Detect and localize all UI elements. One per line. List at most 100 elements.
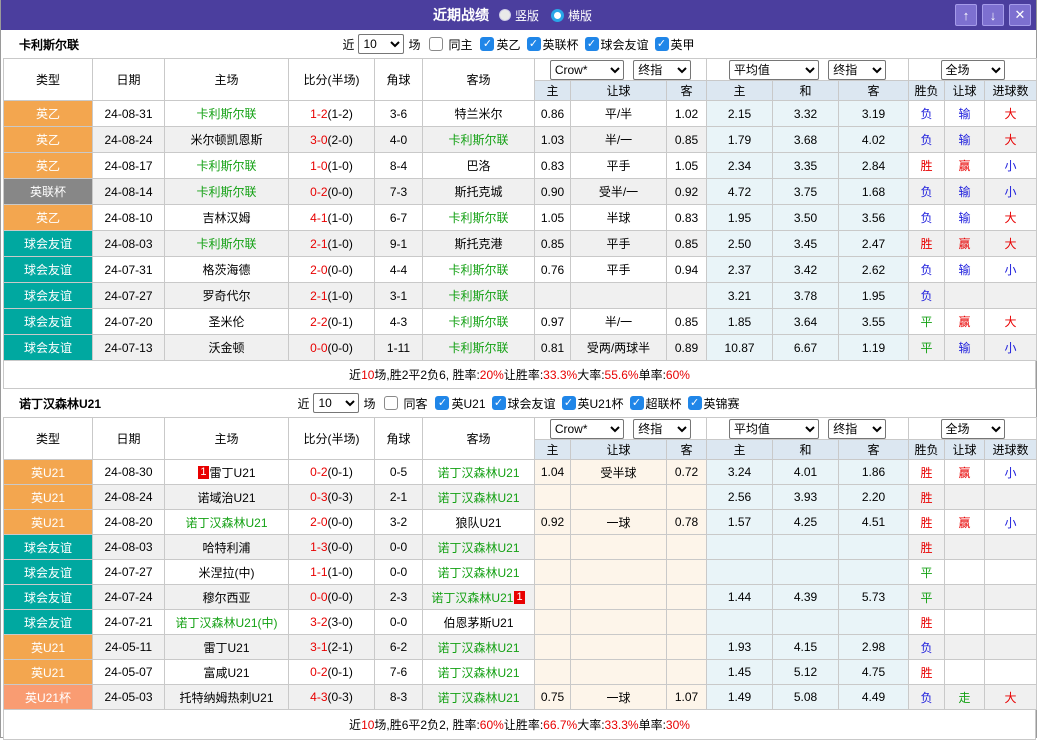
result-handicap — [944, 282, 986, 309]
summary-segment: 单率: — [638, 718, 666, 732]
avg-draw-odds: 5.08 — [772, 684, 840, 710]
competition-badge: 球会友谊 — [3, 334, 93, 361]
competition-badge: 英乙 — [3, 100, 93, 127]
radio-horizontal-icon[interactable] — [551, 8, 564, 22]
avg-away-odds — [838, 534, 910, 560]
average-stage-select[interactable]: 终指 — [828, 59, 887, 80]
result-winloss: 负 — [908, 178, 946, 205]
handicap-line — [570, 659, 667, 685]
bookmaker-select[interactable]: Crow* — [549, 59, 624, 80]
date-cell: 24-05-03 — [92, 684, 165, 710]
panel-title: 近期战绩 — [432, 7, 489, 23]
league-filter-checkbox[interactable]: ✓ — [435, 396, 450, 410]
avg-draw-odds — [772, 559, 840, 585]
avg-away-odds: 2.62 — [838, 256, 910, 283]
handicap-away-odds — [665, 282, 708, 309]
handicap-line — [570, 634, 667, 660]
bookmaker-stage-select[interactable]: 终指 — [633, 418, 692, 439]
result-handicap — [944, 584, 986, 610]
home-team-cell: 沃金顿 — [164, 334, 289, 361]
average-select[interactable]: 平均值 — [728, 59, 819, 80]
layout-horizontal-option[interactable]: 横版 — [551, 7, 592, 24]
date-cell: 24-08-14 — [92, 178, 165, 205]
corners-cell: 7-3 — [374, 178, 423, 205]
scope-select[interactable]: 全场 — [940, 59, 1005, 80]
away-team-cell: 斯托克城 — [422, 178, 535, 205]
result-goals — [984, 559, 1037, 585]
move-up-button[interactable]: ↑ — [955, 4, 977, 26]
date-cell: 24-08-03 — [92, 534, 165, 560]
avg-away-odds: 1.95 — [838, 282, 910, 309]
layout-vertical-option[interactable]: 竖版 — [498, 7, 539, 24]
result-handicap — [944, 609, 986, 635]
team-name: 卡利斯尔联 — [448, 263, 509, 277]
result-handicap: 输 — [944, 178, 986, 205]
handicap-away-odds — [665, 659, 708, 685]
handicap-away-odds: 1.02 — [665, 100, 708, 127]
away-team-cell: 卡利斯尔联 — [422, 308, 535, 335]
team-name: 诺丁汉森林U21(中) — [175, 615, 278, 630]
result-goals — [984, 584, 1037, 610]
match-row: 英U21 24-08-30 1 雷丁U21 0-2(0-1) 0-5 诺丁汉森林U21 1.0… — [3, 459, 1037, 485]
match-count-select[interactable]: 10 — [313, 393, 360, 413]
same-venue-checkbox[interactable] — [384, 396, 399, 410]
summary-segment: 让胜率: — [503, 718, 544, 732]
league-filter-checkbox[interactable]: ✓ — [561, 396, 576, 410]
bookmaker-select[interactable]: Crow* — [549, 418, 624, 439]
close-button[interactable]: ✕ — [1009, 4, 1031, 26]
col-winloss: 胜负 — [908, 80, 946, 101]
result-handicap: 赢 — [944, 459, 986, 485]
avg-away-odds: 3.55 — [838, 308, 910, 335]
date-cell: 24-07-20 — [92, 308, 165, 335]
match-row: 球会友谊 24-07-27 米涅拉(中) 1-1(1-0) 0-0 诺丁汉森林U21 平 — [3, 559, 1037, 585]
competition-badge: 球会友谊 — [3, 230, 93, 257]
team-name: 诺丁汉森林U21 — [437, 565, 520, 580]
summary-segment: 55.6% — [604, 367, 639, 382]
scope-select[interactable]: 全场 — [940, 418, 1005, 439]
away-team-cell: 巴洛 — [422, 152, 535, 179]
league-filter-label: 英锦赛 — [703, 396, 740, 411]
corners-cell: 7-6 — [374, 659, 423, 685]
col-type: 类型 — [3, 417, 93, 460]
league-filter-checkbox[interactable]: ✓ — [629, 396, 644, 410]
handicap-away-odds — [665, 534, 708, 560]
average-stage-select[interactable]: 终指 — [828, 418, 887, 439]
league-filter-checkbox[interactable]: ✓ — [526, 37, 541, 51]
result-handicap — [944, 659, 986, 685]
team-name: 卡利斯尔联 — [448, 211, 509, 225]
league-filter-group: ✓ 英乙 ✓ 英联杯 ✓ 球会友谊 ✓ 英甲 — [474, 36, 695, 53]
avg-draw-odds: 3.75 — [772, 178, 840, 205]
filter-controls: 近 10 场 同客 ✓ 英U21 ✓ 球会友谊 ✓ 英U21杯 ✓ 超联杯 ✓ 英锦赛 — [296, 393, 740, 413]
down-arrow-icon: ↓ — [989, 7, 997, 23]
league-filter-checkbox[interactable]: ✓ — [687, 396, 702, 410]
move-down-button[interactable]: ↓ — [982, 4, 1004, 26]
radio-vertical-icon[interactable] — [498, 9, 511, 21]
competition-badge: 球会友谊 — [3, 256, 93, 283]
rank-badge: 1 — [198, 465, 209, 479]
summary-carlisle: 近 10 场,胜2平2负6, 胜率: 20% 让胜率: 33.3% 大率: 55.6% 单… — [3, 361, 1036, 389]
competition-badge: 英U21 — [3, 634, 93, 660]
summary-segment: 60% — [479, 717, 504, 732]
league-filter-label: 球会友谊 — [507, 396, 556, 411]
average-select[interactable]: 平均值 — [728, 418, 819, 439]
score-cell: 4-3(0-3) — [288, 684, 375, 710]
team-name: 哈特利浦 — [202, 540, 251, 555]
score-cell: 4-1(1-0) — [288, 204, 375, 231]
home-team-cell: 富咸U21 — [164, 659, 289, 685]
away-team-cell: 卡利斯尔联 — [422, 126, 535, 153]
league-filter-checkbox[interactable]: ✓ — [480, 37, 495, 51]
bookmaker-stage-select[interactable]: 终指 — [633, 59, 692, 80]
handicap-home-odds: 0.85 — [534, 230, 571, 257]
home-team-cell: 卡利斯尔联 — [164, 152, 289, 179]
competition-badge: 英乙 — [3, 204, 93, 231]
same-venue-checkbox[interactable] — [429, 37, 444, 51]
league-filter-checkbox[interactable]: ✓ — [654, 37, 669, 51]
away-team-cell: 诺丁汉森林U21 — [422, 684, 535, 710]
match-count-select[interactable]: 10 — [358, 34, 405, 54]
avg-home-odds: 1.49 — [706, 684, 774, 710]
league-filter-checkbox[interactable]: ✓ — [584, 37, 599, 51]
league-filter-checkbox[interactable]: ✓ — [491, 396, 506, 410]
handicap-away-odds: 0.85 — [665, 126, 708, 153]
home-team-cell: 圣米伦 — [164, 308, 289, 335]
matches-suffix-label: 场 — [408, 37, 421, 52]
